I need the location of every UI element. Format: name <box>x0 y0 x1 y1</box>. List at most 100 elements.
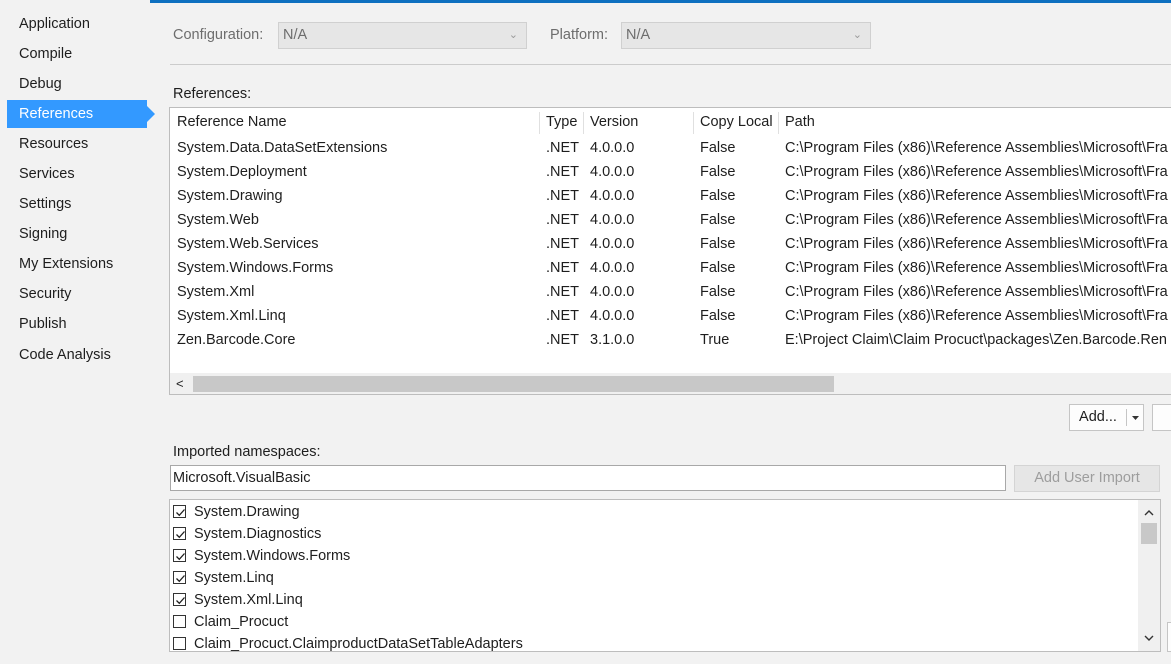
checkbox-checked[interactable] <box>173 593 186 606</box>
type-cell: .NET <box>546 164 580 180</box>
table-row[interactable]: System.Drawing .NET 4.0.0.0 False C:\Pro… <box>170 184 1171 208</box>
divider <box>170 64 1171 65</box>
add-reference-button[interactable]: Add... <box>1069 404 1144 431</box>
platform-value: N/A <box>626 27 651 43</box>
column-header-reference-name[interactable]: Reference Name <box>170 108 540 136</box>
sidebar-item-publish[interactable]: Publish <box>7 310 147 338</box>
version-cell: 4.0.0.0 <box>590 236 635 252</box>
horizontal-scrollbar[interactable]: < <box>170 373 1171 394</box>
add-user-import-button[interactable]: Add User Import <box>1014 465 1160 492</box>
reference-name-cell: Zen.Barcode.Core <box>177 332 296 348</box>
type-cell: .NET <box>546 212 580 228</box>
checkbox-checked[interactable] <box>173 505 186 518</box>
namespaces-list[interactable]: System.Drawing System.Diagnostics System… <box>169 499 1161 652</box>
table-row[interactable]: Zen.Barcode.Core .NET 3.1.0.0 True E:\Pr… <box>170 328 1171 352</box>
column-header-path[interactable]: Path <box>778 108 1171 136</box>
reference-name-cell: System.Web.Services <box>177 236 319 252</box>
references-table[interactable]: Reference Name Type Version Copy Local P… <box>169 107 1171 395</box>
reference-name-cell: System.Web <box>177 212 259 228</box>
sidebar-item-references[interactable]: References <box>7 100 155 128</box>
reference-name-cell: System.Drawing <box>177 188 283 204</box>
reference-name-cell: System.Windows.Forms <box>177 260 334 276</box>
sidebar-item-code-analysis[interactable]: Code Analysis <box>7 341 147 369</box>
namespace-name: Claim_Procuct <box>194 614 289 630</box>
path-cell: C:\Program Files (x86)\Reference Assembl… <box>785 188 1168 204</box>
reference-name-cell: System.Xml.Linq <box>177 308 286 324</box>
type-cell: .NET <box>546 284 580 300</box>
namespace-input[interactable]: Microsoft.VisualBasic <box>170 465 1006 491</box>
copy-local-cell: False <box>700 236 736 252</box>
copy-local-cell: False <box>700 188 736 204</box>
sidebar-item-resources[interactable]: Resources <box>7 130 147 158</box>
sidebar-item-services[interactable]: Services <box>7 160 147 188</box>
path-cell: C:\Program Files (x86)\Reference Assembl… <box>785 212 1168 228</box>
reference-name-cell: System.Deployment <box>177 164 307 180</box>
version-cell: 3.1.0.0 <box>590 332 635 348</box>
remove-import-button[interactable] <box>1167 622 1171 652</box>
checkbox-checked[interactable] <box>173 527 186 540</box>
configuration-select[interactable]: N/A ⌄ <box>278 22 527 49</box>
table-row[interactable]: System.Web .NET 4.0.0.0 False C:\Program… <box>170 208 1171 232</box>
version-cell: 4.0.0.0 <box>590 188 635 204</box>
table-row[interactable]: System.Deployment .NET 4.0.0.0 False C:\… <box>170 160 1171 184</box>
path-cell: C:\Program Files (x86)\Reference Assembl… <box>785 140 1168 156</box>
imported-namespaces-label: Imported namespaces: <box>173 444 321 460</box>
vertical-scrollbar[interactable] <box>1138 500 1160 651</box>
references-label: References: <box>173 86 252 102</box>
path-cell: C:\Program Files (x86)\Reference Assembl… <box>785 164 1168 180</box>
scroll-down-icon[interactable] <box>1143 630 1155 646</box>
checkbox-checked[interactable] <box>173 571 186 584</box>
column-header-version[interactable]: Version <box>583 108 693 136</box>
namespace-name: System.Linq <box>194 570 274 586</box>
table-row[interactable]: System.Windows.Forms .NET 4.0.0.0 False … <box>170 256 1171 280</box>
path-cell: E:\Project Claim\Claim Procuct\packages\… <box>785 332 1167 348</box>
type-cell: .NET <box>546 140 580 156</box>
version-cell: 4.0.0.0 <box>590 284 635 300</box>
column-header-type[interactable]: Type <box>539 108 584 136</box>
version-cell: 4.0.0.0 <box>590 140 635 156</box>
dropdown-arrow-icon[interactable] <box>1127 405 1144 430</box>
checkbox-unchecked[interactable] <box>173 637 186 650</box>
sidebar-item-compile[interactable]: Compile <box>7 40 147 68</box>
sidebar-item-application[interactable]: Application <box>7 10 147 38</box>
copy-local-cell: False <box>700 308 736 324</box>
checkbox-checked[interactable] <box>173 549 186 562</box>
path-cell: C:\Program Files (x86)\Reference Assembl… <box>785 236 1168 252</box>
path-cell: C:\Program Files (x86)\Reference Assembl… <box>785 284 1168 300</box>
table-row[interactable]: System.Xml.Linq .NET 4.0.0.0 False C:\Pr… <box>170 304 1171 328</box>
scroll-up-icon[interactable] <box>1143 505 1155 521</box>
namespace-name: Claim_Procuct.ClaimproductDataSetTableAd… <box>194 636 523 652</box>
sidebar-item-my-extensions[interactable]: My Extensions <box>7 250 147 278</box>
namespace-name: System.Drawing <box>194 504 300 520</box>
platform-select[interactable]: N/A ⌄ <box>621 22 871 49</box>
main-panel: Configuration: N/A ⌄ Platform: N/A ⌄ Ref… <box>150 0 1171 664</box>
remove-reference-button[interactable] <box>1152 404 1171 431</box>
version-cell: 4.0.0.0 <box>590 164 635 180</box>
version-cell: 4.0.0.0 <box>590 260 635 276</box>
table-row[interactable]: System.Data.DataSetExtensions .NET 4.0.0… <box>170 136 1171 160</box>
checkbox-unchecked[interactable] <box>173 615 186 628</box>
type-cell: .NET <box>546 260 580 276</box>
scroll-left-icon[interactable]: < <box>176 373 184 394</box>
scrollbar-thumb[interactable] <box>193 376 834 392</box>
column-header-copy-local[interactable]: Copy Local <box>693 108 779 136</box>
sidebar-item-signing[interactable]: Signing <box>7 220 147 248</box>
path-cell: C:\Program Files (x86)\Reference Assembl… <box>785 260 1168 276</box>
type-cell: .NET <box>546 308 580 324</box>
sidebar-item-debug[interactable]: Debug <box>7 70 147 98</box>
configuration-label: Configuration: <box>173 27 264 43</box>
sidebar-item-security[interactable]: Security <box>7 280 147 308</box>
sidebar: Application Compile Debug References Res… <box>0 0 155 664</box>
namespace-name: System.Windows.Forms <box>194 548 351 564</box>
copy-local-cell: False <box>700 212 736 228</box>
chevron-down-icon: ⌄ <box>852 29 862 41</box>
reference-name-cell: System.Data.DataSetExtensions <box>177 140 388 156</box>
table-row[interactable]: System.Web.Services .NET 4.0.0.0 False C… <box>170 232 1171 256</box>
sidebar-item-settings[interactable]: Settings <box>7 190 147 218</box>
chevron-down-icon: ⌄ <box>508 29 518 41</box>
reference-name-cell: System.Xml <box>177 284 255 300</box>
copy-local-cell: True <box>700 332 730 348</box>
path-cell: C:\Program Files (x86)\Reference Assembl… <box>785 308 1168 324</box>
scrollbar-thumb[interactable] <box>1141 523 1157 544</box>
table-row[interactable]: System.Xml .NET 4.0.0.0 False C:\Program… <box>170 280 1171 304</box>
